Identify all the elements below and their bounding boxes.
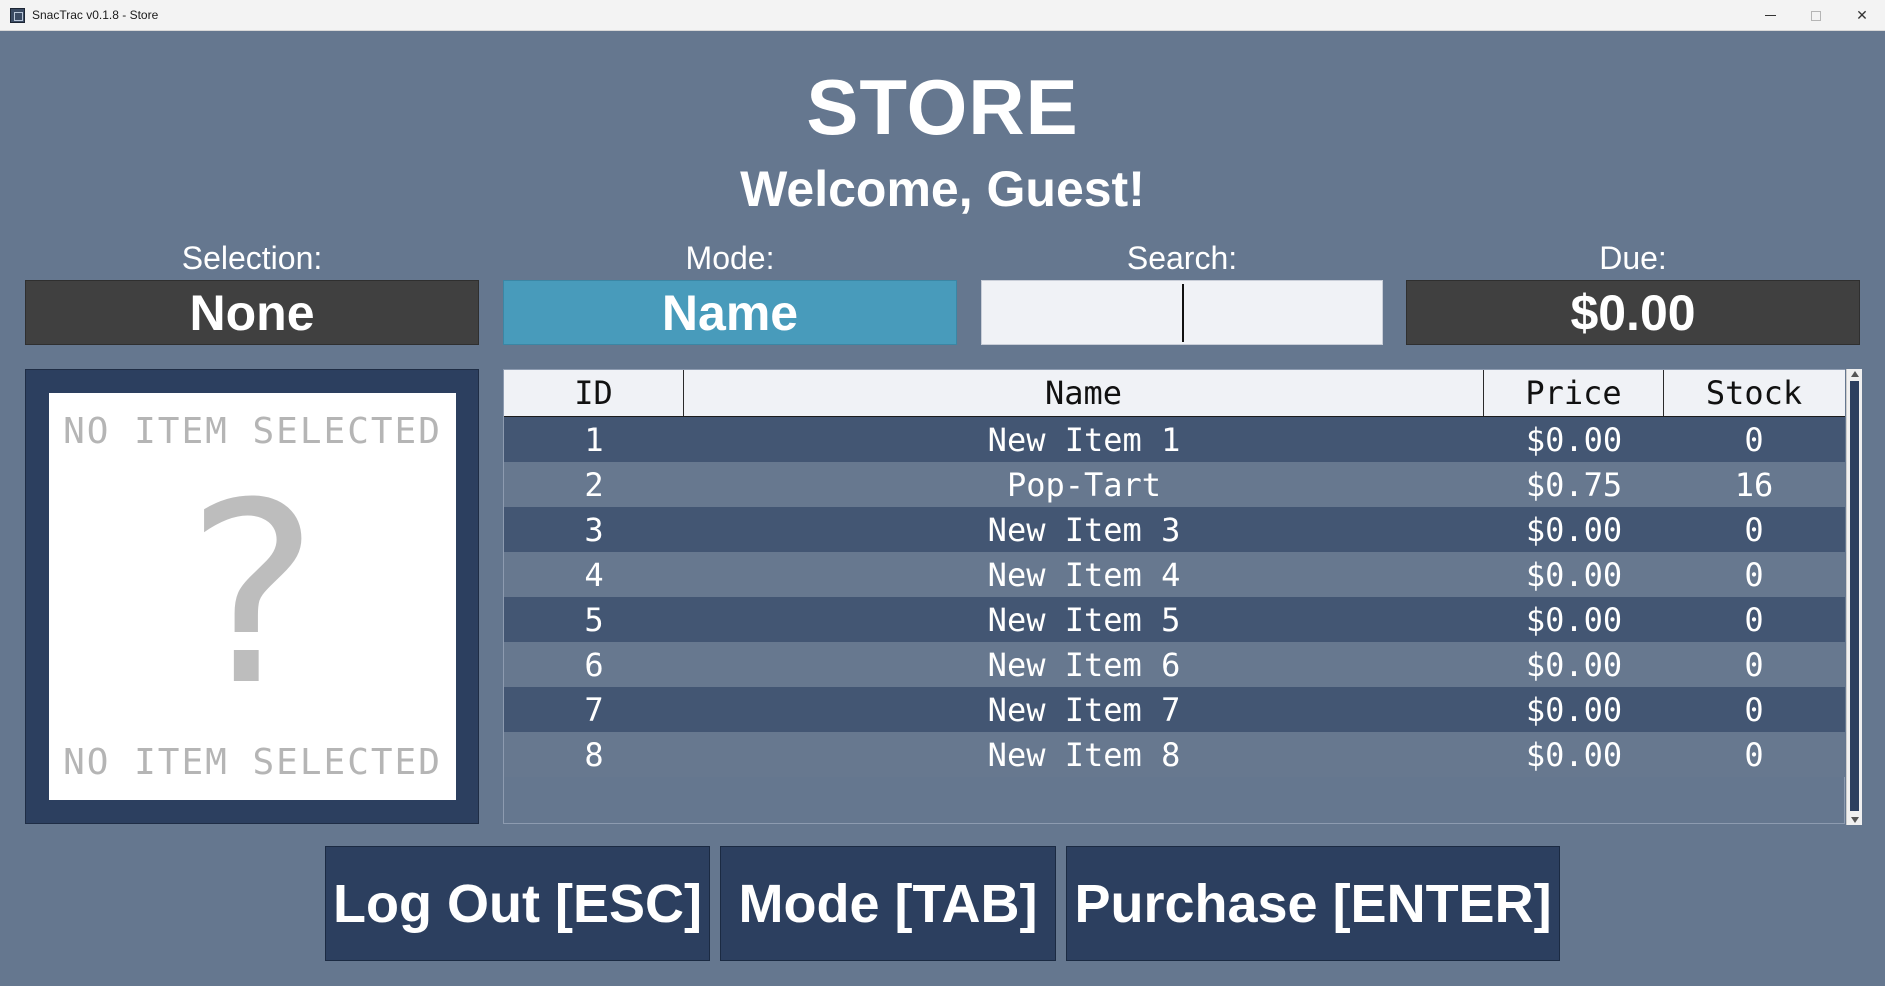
- table-row[interactable]: 5 New Item 5 $0.00 0: [504, 597, 1845, 642]
- table-body: 1 New Item 1 $0.00 0 2 Pop-Tart $0.75 16…: [504, 417, 1845, 777]
- column-header-price[interactable]: Price: [1484, 370, 1664, 416]
- cell-price: $0.00: [1525, 735, 1623, 774]
- cell-price: $0.00: [1525, 600, 1623, 639]
- cell-id: 6: [584, 645, 604, 684]
- cell-stock: 0: [1744, 555, 1764, 594]
- cell-name: New Item 4: [987, 555, 1181, 594]
- due-amount: $0.00: [1406, 280, 1860, 345]
- cell-name: New Item 3: [987, 510, 1181, 549]
- question-mark-icon: ?: [186, 449, 319, 740]
- cell-stock: 0: [1744, 735, 1764, 774]
- close-icon: ✕: [1856, 7, 1868, 23]
- cell-stock: 0: [1744, 600, 1764, 639]
- cell-stock: 16: [1734, 465, 1774, 504]
- cell-name: New Item 8: [987, 735, 1181, 774]
- purchase-button[interactable]: Purchase [ENTER]: [1066, 846, 1560, 961]
- table-row[interactable]: 3 New Item 3 $0.00 0: [504, 507, 1845, 552]
- due-label: Due:: [1599, 240, 1667, 276]
- cell-price: $0.00: [1525, 510, 1623, 549]
- mode-button[interactable]: Mode [TAB]: [720, 846, 1056, 961]
- column-header-id[interactable]: ID: [504, 370, 684, 416]
- scroll-up-icon[interactable]: [1851, 371, 1859, 377]
- column-header-name[interactable]: Name: [684, 370, 1484, 416]
- cell-name: New Item 6: [987, 645, 1181, 684]
- cell-name: New Item 5: [987, 600, 1181, 639]
- table-row[interactable]: 1 New Item 1 $0.00 0: [504, 417, 1845, 462]
- cell-stock: 0: [1744, 690, 1764, 729]
- preview-bottom-text: NO ITEM SELECTED: [63, 742, 442, 783]
- search-label: Search:: [1126, 240, 1238, 276]
- cell-id: 2: [584, 465, 604, 504]
- cell-price: $0.00: [1525, 420, 1623, 459]
- close-button[interactable]: ✕: [1839, 0, 1885, 31]
- search-input[interactable]: [981, 280, 1383, 345]
- cell-price: $0.00: [1525, 645, 1623, 684]
- cell-price: $0.75: [1525, 465, 1623, 504]
- cell-price: $0.00: [1525, 555, 1623, 594]
- table-row[interactable]: 4 New Item 4 $0.00 0: [504, 552, 1845, 597]
- text-caret: [1182, 284, 1184, 342]
- cell-stock: 0: [1744, 510, 1764, 549]
- page-title: STORE: [806, 63, 1079, 151]
- table-scrollbar[interactable]: [1846, 369, 1862, 825]
- maximize-icon: [1811, 10, 1821, 21]
- scrollbar-thumb[interactable]: [1850, 381, 1859, 811]
- preview-top-text: NO ITEM SELECTED: [63, 411, 442, 452]
- window-title: SnacTrac v0.1.8 - Store: [32, 8, 159, 22]
- cell-id: 4: [584, 555, 604, 594]
- selection-label: Selection:: [181, 240, 323, 276]
- mode-label: Mode:: [685, 240, 775, 276]
- logout-button[interactable]: Log Out [ESC]: [325, 846, 710, 961]
- table-row[interactable]: 8 New Item 8 $0.00 0: [504, 732, 1845, 777]
- cell-id: 5: [584, 600, 604, 639]
- table-row[interactable]: 7 New Item 7 $0.00 0: [504, 687, 1845, 732]
- title-bar: SnacTrac v0.1.8 - Store ✕: [0, 0, 1885, 31]
- scroll-down-icon[interactable]: [1851, 817, 1859, 823]
- item-preview-panel: NO ITEM SELECTED ? NO ITEM SELECTED: [25, 369, 479, 824]
- cell-name: Pop-Tart: [1006, 465, 1162, 504]
- cell-id: 1: [584, 420, 604, 459]
- cell-name: New Item 7: [987, 690, 1181, 729]
- mode-value: Name: [503, 280, 957, 345]
- welcome-message: Welcome, Guest!: [740, 161, 1145, 217]
- maximize-button[interactable]: [1793, 0, 1839, 31]
- table-header: ID Name Price Stock: [504, 370, 1845, 417]
- cell-price: $0.00: [1525, 690, 1623, 729]
- items-table[interactable]: ID Name Price Stock 1 New Item 1 $0.00 0…: [503, 369, 1862, 825]
- cell-stock: 0: [1744, 420, 1764, 459]
- cell-name: New Item 1: [987, 420, 1181, 459]
- minimize-icon: [1764, 15, 1776, 16]
- table-row[interactable]: 6 New Item 6 $0.00 0: [504, 642, 1845, 687]
- table-row[interactable]: 2 Pop-Tart $0.75 16: [504, 462, 1845, 507]
- cell-id: 3: [584, 510, 604, 549]
- column-header-stock[interactable]: Stock: [1664, 370, 1844, 416]
- cell-stock: 0: [1744, 645, 1764, 684]
- cell-id: 7: [584, 690, 604, 729]
- minimize-button[interactable]: [1747, 0, 1793, 31]
- app-icon: [10, 8, 25, 23]
- item-preview-image: NO ITEM SELECTED ? NO ITEM SELECTED: [49, 393, 456, 800]
- selection-value: None: [25, 280, 479, 345]
- cell-id: 8: [584, 735, 604, 774]
